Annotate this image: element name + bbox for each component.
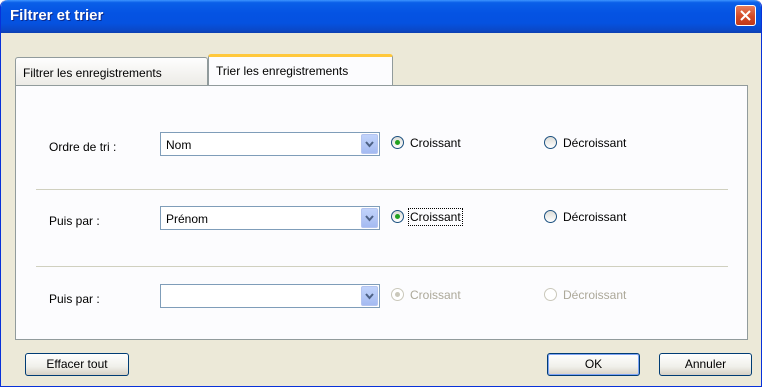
clear-all-button[interactable]: Effacer tout — [25, 353, 129, 376]
ok-button[interactable]: OK — [547, 353, 640, 376]
sort-field-1-select[interactable]: Nom — [160, 132, 380, 156]
radio-dot — [395, 214, 400, 219]
row-divider — [36, 189, 728, 190]
ok-button-label: OK — [584, 357, 603, 371]
radio-circle — [544, 210, 557, 223]
dialog-window: Filtrer et trier Filtrer les enregistrem… — [0, 0, 762, 387]
radio-circle — [391, 210, 404, 223]
tab-sort[interactable]: Trier les enregistrements — [208, 54, 393, 85]
sort-field-2-select[interactable]: Prénom — [160, 206, 380, 230]
sort-row-1-label: Ordre de tri : — [49, 140, 117, 154]
sort-row-3: Puis par : Croissant Décroissant — [16, 284, 747, 314]
sort-field-1-dropdown-button[interactable] — [361, 134, 378, 154]
sort-row-3-label: Puis par : — [49, 292, 100, 306]
sort-row-3-ascending-label: Croissant — [410, 288, 461, 302]
sort-row-2: Puis par : Prénom Croissant Décroissant — [16, 206, 747, 236]
chevron-down-icon — [365, 215, 374, 222]
sort-row-2-ascending-label: Croissant — [408, 208, 463, 226]
sort-field-2-value: Prénom — [166, 212, 209, 226]
tab-filter[interactable]: Filtrer les enregistrements — [15, 57, 208, 85]
chevron-down-icon — [365, 141, 374, 148]
cancel-button[interactable]: Annuler — [659, 353, 752, 376]
clear-all-button-label: Effacer tout — [46, 357, 108, 371]
sort-row-1-descending-label: Décroissant — [563, 136, 627, 150]
cancel-button-label: Annuler — [684, 357, 727, 371]
tab-filter-label: Filtrer les enregistrements — [23, 66, 162, 80]
radio-circle — [544, 136, 557, 149]
title-bar[interactable]: Filtrer et trier — [1, 0, 761, 33]
radio-circle — [544, 288, 557, 301]
chevron-down-icon — [365, 293, 374, 300]
sort-row-2-label: Puis par : — [49, 214, 100, 228]
sort-field-1-value: Nom — [166, 138, 192, 152]
sort-field-3-select[interactable] — [160, 284, 380, 308]
close-button[interactable] — [735, 5, 756, 26]
radio-dot — [395, 292, 400, 297]
tab-sort-label: Trier les enregistrements — [216, 64, 349, 78]
sort-field-2-dropdown-button[interactable] — [361, 208, 378, 228]
sort-row-1-ascending-label: Croissant — [410, 136, 461, 150]
sort-row-2-descending-label: Décroissant — [563, 210, 627, 224]
sort-panel: Ordre de tri : Nom Croissant Décroissant… — [15, 85, 748, 340]
row-divider — [36, 266, 728, 267]
radio-circle — [391, 136, 404, 149]
close-icon — [740, 10, 751, 21]
sort-row-3-descending-label: Décroissant — [563, 288, 627, 302]
radio-dot — [395, 140, 400, 145]
sort-row-1: Ordre de tri : Nom Croissant Décroissant — [16, 132, 747, 162]
radio-circle — [391, 288, 404, 301]
sort-field-3-dropdown-button[interactable] — [361, 286, 378, 306]
window-title: Filtrer et trier — [10, 7, 104, 24]
